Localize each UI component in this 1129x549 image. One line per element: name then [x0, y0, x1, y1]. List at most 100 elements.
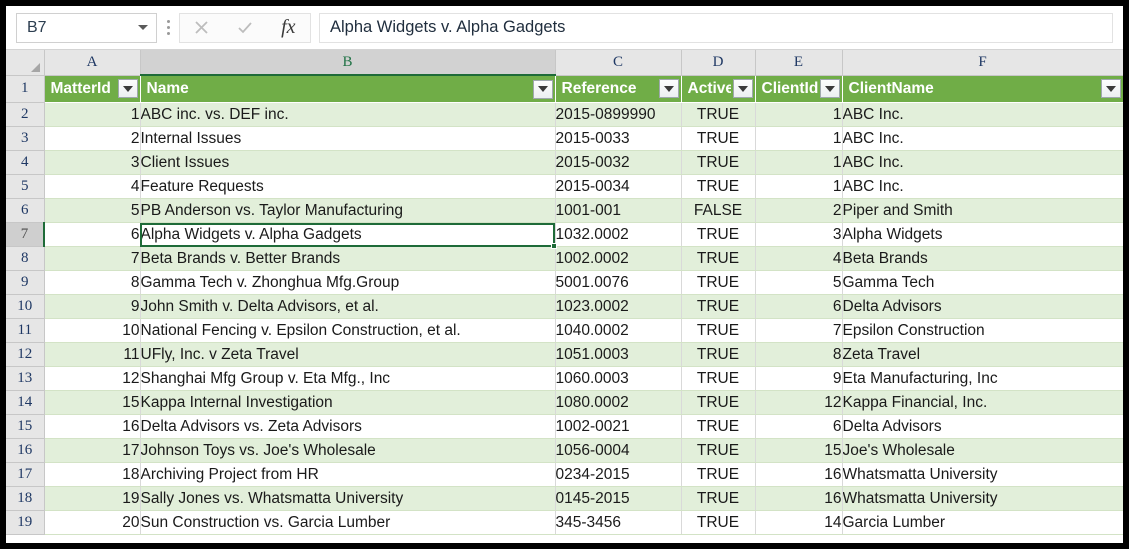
cell-clientid[interactable]: 1 [755, 150, 843, 175]
table-row[interactable]: 10 9 John Smith v. Delta Advisors, et al. 1… [6, 294, 1123, 319]
cell-name[interactable]: Beta Brands v. Better Brands [140, 246, 556, 271]
cell-name[interactable]: Internal Issues [140, 126, 556, 151]
row-header-9[interactable]: 9 [6, 270, 45, 295]
row-header-7[interactable]: 7 [6, 222, 45, 247]
cell-matterid[interactable]: 5 [44, 198, 141, 223]
table-row[interactable]: 17 18 Archiving Project from HR 0234-2015 TR… [6, 462, 1123, 487]
cell-matterid[interactable]: 9 [44, 294, 141, 319]
column-header-f[interactable]: F [842, 50, 1123, 76]
filter-dropdown-icon-clientid[interactable] [819, 79, 840, 99]
cell-reference[interactable]: 5001.0076 [555, 270, 682, 295]
cell-matterid[interactable]: 8 [44, 270, 141, 295]
table-row[interactable]: 13 12 Shanghai Mfg Group v. Eta Mfg., Inc 1… [6, 366, 1123, 391]
cell-reference[interactable]: 2015-0899990 [555, 102, 682, 127]
cell-clientname[interactable]: Alpha Widgets [842, 222, 1123, 247]
cell-name[interactable]: Alpha Widgets v. Alpha Gadgets [140, 222, 556, 247]
table-row[interactable]: 5 4 Feature Requests 2015-0034 TRUE 1 ABC Inc. [6, 174, 1123, 199]
cell-clientid[interactable]: 15 [755, 438, 843, 463]
cell-reference[interactable]: 345-3456 [555, 510, 682, 535]
spreadsheet-grid[interactable]: A B C D E F 1 MatterId Name Reference Ac… [6, 50, 1123, 542]
column-header-d[interactable]: D [681, 50, 756, 76]
row-header-12[interactable]: 12 [6, 342, 45, 367]
fx-icon[interactable]: fx [269, 14, 307, 42]
row-header-2[interactable]: 2 [6, 102, 45, 127]
cell-clientname[interactable]: Beta Brands [842, 246, 1123, 271]
cell-name[interactable]: Gamma Tech v. Zhonghua Mfg.Group [140, 270, 556, 295]
cell-clientid[interactable]: 7 [755, 318, 843, 343]
cell-reference[interactable]: 1032.0002 [555, 222, 682, 247]
row-header-11[interactable]: 11 [6, 318, 45, 343]
cell-matterid[interactable]: 19 [44, 486, 141, 511]
cell-active[interactable]: TRUE [681, 246, 756, 271]
table-row[interactable]: 2 1 ABC inc. vs. DEF inc. 2015-0899990 TRUE 1… [6, 102, 1123, 127]
cell-clientid[interactable]: 3 [755, 222, 843, 247]
cell-name[interactable]: John Smith v. Delta Advisors, et al. [140, 294, 556, 319]
row-header-17[interactable]: 17 [6, 462, 45, 487]
cell-reference[interactable]: 1080.0002 [555, 390, 682, 415]
cell-clientname[interactable]: Kappa Financial, Inc. [842, 390, 1123, 415]
cell-active[interactable]: TRUE [681, 174, 756, 199]
cell-name[interactable]: Shanghai Mfg Group v. Eta Mfg., Inc [140, 366, 556, 391]
cell-matterid[interactable]: 16 [44, 414, 141, 439]
filter-dropdown-icon-name[interactable] [532, 79, 553, 99]
cell-name[interactable]: National Fencing v. Epsilon Construction… [140, 318, 556, 343]
cell-matterid[interactable]: 4 [44, 174, 141, 199]
cell-clientname[interactable]: Delta Advisors [842, 414, 1123, 439]
cell-reference[interactable]: 0145-2015 [555, 486, 682, 511]
cell-reference[interactable]: 1002-0021 [555, 414, 682, 439]
cell-active[interactable]: TRUE [681, 414, 756, 439]
cell-clientname[interactable]: ABC Inc. [842, 126, 1123, 151]
cell-reference[interactable]: 1056-0004 [555, 438, 682, 463]
cell-name[interactable]: Archiving Project from HR [140, 462, 556, 487]
cell-active[interactable]: TRUE [681, 342, 756, 367]
cell-clientname[interactable]: Piper and Smith [842, 198, 1123, 223]
filter-dropdown-icon-clientname[interactable] [1100, 79, 1121, 99]
cell-clientid[interactable]: 8 [755, 342, 843, 367]
cell-matterid[interactable]: 10 [44, 318, 141, 343]
filter-dropdown-icon-matterid[interactable] [117, 79, 138, 99]
table-row[interactable]: 6 5 PB Anderson vs. Taylor Manufacturing 10… [6, 198, 1123, 223]
column-header-b[interactable]: B [140, 50, 556, 76]
table-row[interactable]: 7 6 Alpha Widgets v. Alpha Gadgets 1032.000… [6, 222, 1123, 247]
cell-matterid[interactable]: 2 [44, 126, 141, 151]
row-header-14[interactable]: 14 [6, 390, 45, 415]
cell-clientid[interactable]: 6 [755, 414, 843, 439]
cell-active[interactable]: TRUE [681, 150, 756, 175]
cell-clientname[interactable]: Joe's Wholesale [842, 438, 1123, 463]
cell-reference[interactable]: 0234-2015 [555, 462, 682, 487]
cell-clientid[interactable]: 14 [755, 510, 843, 535]
cell-clientname[interactable]: Eta Manufacturing, Inc [842, 366, 1123, 391]
cell-name[interactable]: Johnson Toys vs. Joe's Wholesale [140, 438, 556, 463]
cell-clientname[interactable]: Gamma Tech [842, 270, 1123, 295]
cell-clientname[interactable]: Garcia Lumber [842, 510, 1123, 535]
cell-clientid[interactable]: 2 [755, 198, 843, 223]
cell-clientid[interactable]: 9 [755, 366, 843, 391]
row-header-19[interactable]: 19 [6, 510, 45, 535]
table-row[interactable]: 3 2 Internal Issues 2015-0033 TRUE 1 ABC Inc. [6, 126, 1123, 151]
table-row[interactable]: 15 16 Delta Advisors vs. Zeta Advisors 1002… [6, 414, 1123, 439]
filter-dropdown-icon-reference[interactable] [658, 79, 679, 99]
cell-active[interactable]: TRUE [681, 318, 756, 343]
cell-clientid[interactable]: 12 [755, 390, 843, 415]
cell-matterid[interactable]: 17 [44, 438, 141, 463]
filter-dropdown-icon-active[interactable] [732, 79, 753, 99]
cell-clientname[interactable]: Zeta Travel [842, 342, 1123, 367]
cell-reference[interactable]: 1023.0002 [555, 294, 682, 319]
cell-clientid[interactable]: 1 [755, 126, 843, 151]
formula-bar-grip[interactable] [157, 13, 179, 43]
cell-active[interactable]: TRUE [681, 366, 756, 391]
cell-matterid[interactable]: 3 [44, 150, 141, 175]
name-box[interactable]: B7 [16, 12, 157, 43]
row-header-5[interactable]: 5 [6, 174, 45, 199]
table-row[interactable]: 16 17 Johnson Toys vs. Joe's Wholesale 1056… [6, 438, 1123, 463]
cell-matterid[interactable]: 18 [44, 462, 141, 487]
column-header-a[interactable]: A [44, 50, 141, 76]
cell-matterid[interactable]: 20 [44, 510, 141, 535]
cell-active[interactable]: TRUE [681, 486, 756, 511]
cell-clientname[interactable]: ABC Inc. [842, 174, 1123, 199]
table-row[interactable]: 19 20 Sun Construction vs. Garcia Lumber 34… [6, 510, 1123, 535]
cell-clientid[interactable]: 16 [755, 462, 843, 487]
cell-reference[interactable]: 2015-0033 [555, 126, 682, 151]
table-row[interactable]: 12 11 UFly, Inc. v Zeta Travel 1051.0003 TRU… [6, 342, 1123, 367]
cell-matterid[interactable]: 11 [44, 342, 141, 367]
